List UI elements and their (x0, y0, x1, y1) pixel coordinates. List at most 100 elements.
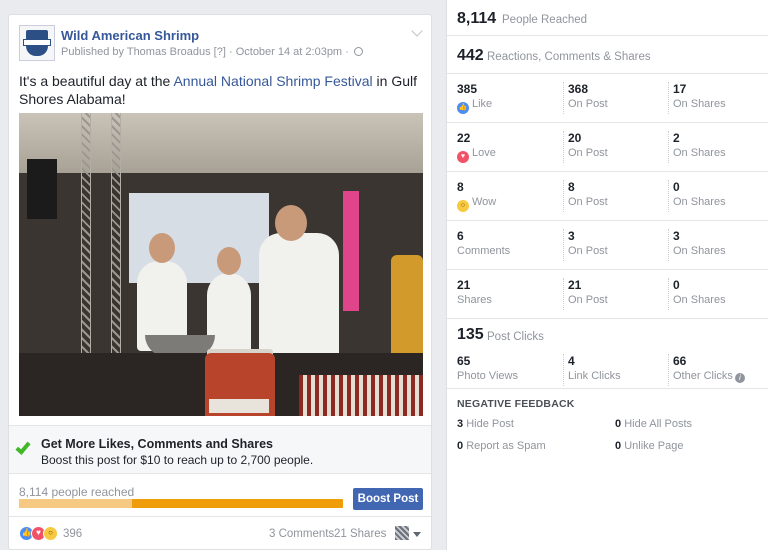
reach-progress-bar (19, 499, 343, 508)
people-reached-row: 8,114 People Reached (447, 0, 768, 36)
post-clicks-label: Post Clicks (487, 331, 544, 343)
breakdown-row-like: 385 👍 Like 368 On Post 17 On Shares (447, 74, 768, 123)
post-date-link[interactable]: October 14 at 2:03pm (236, 46, 342, 58)
breakdown-on-shares-cell: 2 On Shares (668, 131, 726, 163)
engagement-label: Reactions, Comments & Shares (487, 51, 651, 63)
hide-post-label: Hide Post (466, 418, 514, 430)
breakdown-on-post-cell: 8 On Post (563, 180, 608, 212)
published-by: Published by Thomas Broadus (61, 46, 211, 58)
photo-views-cell: 65 Photo Views (457, 354, 518, 386)
shares-link[interactable]: 21 Shares (334, 528, 386, 540)
breakdown-total-label: Like (472, 98, 493, 110)
on-post-label: On Post (568, 245, 608, 257)
post-meta: Published by Thomas Broadus [?] · Octobe… (61, 46, 363, 58)
on-shares-label: On Shares (673, 245, 726, 257)
breakdown-total-cell: 8 ○ Wow (457, 180, 496, 212)
breakdown-on-shares-value: 0 (673, 278, 680, 292)
other-clicks-label-wrap: Other Clicks i (673, 369, 745, 384)
breakdown-on-shares-value: 0 (673, 180, 680, 194)
info-icon[interactable]: i (734, 373, 745, 383)
report-spam-stat: 0 Report as Spam (457, 440, 546, 452)
reaction-count[interactable]: 396 (63, 528, 82, 540)
breakdown-on-shares-value: 2 (673, 131, 680, 145)
boost-post-button[interactable]: Boost Post (353, 488, 423, 510)
breakdown-total-cell: 6 Comments (457, 229, 510, 261)
check-icon (15, 439, 31, 455)
post-text: It's a beautiful day at the Annual Natio… (19, 72, 423, 108)
photo-chef (259, 233, 339, 363)
breakdown-on-post-value: 368 (568, 82, 589, 96)
photo-views-label: Photo Views (457, 370, 518, 382)
on-shares-label: On Shares (673, 147, 726, 159)
photo-views-value: 65 (457, 354, 471, 368)
photo-chef-head (217, 247, 241, 275)
people-reached-value: 8,114 (457, 10, 497, 27)
viewer-avatar[interactable] (395, 526, 409, 540)
hide-all-value: 0 (615, 418, 622, 430)
breakdown-on-shares-cell: 3 On Shares (668, 229, 726, 261)
on-shares-label: On Shares (673, 196, 726, 208)
post-header: Wild American Shrimp Published by Thomas… (9, 15, 431, 63)
on-shares-label: On Shares (673, 294, 726, 306)
breakdown-total-label-wrap: Comments (457, 244, 510, 259)
engagement-value: 442 (457, 47, 484, 64)
chevron-down-icon[interactable] (411, 25, 423, 37)
reach-text: 8,114 people reached (19, 485, 135, 499)
photo-chef-head (275, 205, 307, 241)
breakdown-on-shares-value: 3 (673, 229, 680, 243)
other-clicks-label: Other Clicks (673, 370, 733, 382)
breakdown-on-shares-value: 17 (673, 82, 687, 96)
on-post-label: On Post (568, 98, 608, 110)
hide-post-stat: 3 Hide Post (457, 418, 514, 430)
report-spam-value: 0 (457, 440, 464, 452)
breakdown-total-cell: 385 👍 Like (457, 82, 492, 114)
breakdown-total-label-wrap: Shares (457, 293, 492, 308)
boost-description: Boost this post for $10 to reach up to 2… (41, 453, 314, 467)
breakdown-on-shares-cell: 17 On Shares (668, 82, 726, 114)
post-clicks-section: 135 Post Clicks 65 Photo Views 4 Link Cl… (447, 319, 768, 389)
wow-reaction-icon[interactable]: ○ (43, 526, 58, 541)
like-icon: 👍 (457, 102, 469, 114)
breakdown-total-cell: 22 ♥ Love (457, 131, 496, 163)
breakdown-on-post-cell: 3 On Post (563, 229, 608, 261)
other-clicks-value: 66 (673, 354, 687, 368)
hide-all-posts-stat: 0 Hide All Posts (615, 418, 692, 430)
comments-link[interactable]: 3 Comments (269, 528, 334, 540)
breakdown-row-shares: 21 Shares 21 On Post 0 On Shares (447, 270, 768, 319)
breakdown-total-label-wrap: ○ Wow (457, 195, 496, 212)
report-spam-label: Report as Spam (466, 440, 546, 452)
breakdown-total-value: 22 (457, 131, 471, 145)
breakdown-on-post-value: 21 (568, 278, 582, 292)
negative-feedback-section: NEGATIVE FEEDBACK 3 Hide Post 0 Hide All… (447, 389, 768, 469)
breakdown-row-wow: 8 ○ Wow 8 On Post 0 On Shares (447, 172, 768, 221)
breakdown-on-post-value: 3 (568, 229, 575, 243)
globe-icon (353, 47, 363, 56)
breakdown-on-post-value: 8 (568, 180, 575, 194)
photo-tent (19, 113, 423, 173)
caret-down-icon[interactable] (413, 532, 421, 537)
meta-separator: · (228, 46, 236, 58)
boost-promo: Get More Likes, Comments and Shares Boos… (9, 425, 431, 473)
help-marker[interactable]: [?] (214, 46, 226, 58)
engagement-row: 442 Reactions, Comments & Shares (447, 37, 768, 74)
breakdown-row-comments: 6 Comments 3 On Post 3 On Shares (447, 221, 768, 270)
breakdown-total-value: 8 (457, 180, 464, 194)
breakdown-total-cell: 21 Shares (457, 278, 492, 310)
festival-link[interactable]: Annual National Shrimp Festival (173, 73, 372, 89)
photo-speaker (27, 159, 57, 219)
breakdown-total-label: Shares (457, 294, 492, 306)
breakdown-on-shares-cell: 0 On Shares (668, 180, 726, 212)
link-clicks-cell: 4 Link Clicks (563, 354, 621, 386)
post-clicks-value: 135 (457, 326, 484, 343)
unlike-page-stat: 0 Unlike Page (615, 440, 684, 452)
breakdown-total-label: Wow (472, 196, 497, 208)
logo-band (23, 39, 51, 46)
hide-all-label: Hide All Posts (624, 418, 693, 430)
breakdown-row-love: 22 ♥ Love 20 On Post 2 On Shares (447, 123, 768, 172)
post-photo[interactable] (19, 113, 423, 416)
page-logo[interactable] (19, 25, 55, 61)
on-shares-label: On Shares (673, 98, 726, 110)
post-card: Wild American Shrimp Published by Thomas… (8, 14, 432, 550)
breakdown-on-post-cell: 21 On Post (563, 278, 608, 310)
page-name-link[interactable]: Wild American Shrimp (61, 28, 199, 43)
